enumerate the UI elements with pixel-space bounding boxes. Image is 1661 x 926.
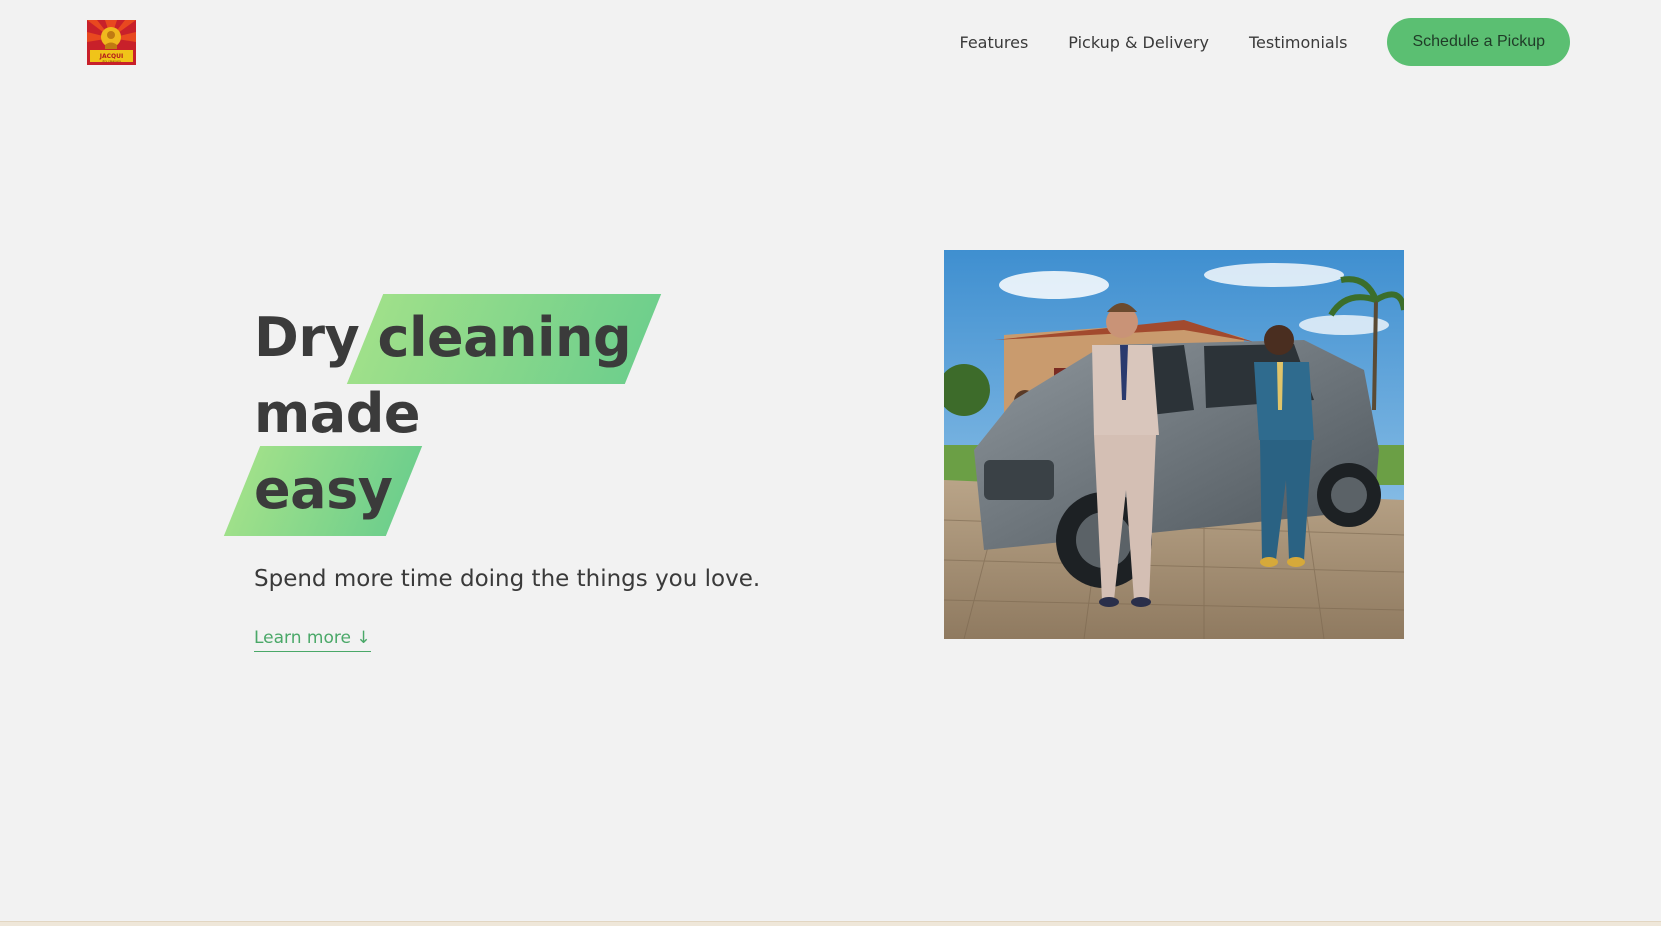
page-bottom-edge: [0, 921, 1661, 926]
site-header: JACQUI dry cleaners Features Pickup & De…: [0, 0, 1661, 84]
learn-more-link[interactable]: Learn more ↓: [254, 628, 371, 652]
headline-word-made: made: [254, 382, 421, 445]
nav-link-features[interactable]: Features: [960, 33, 1029, 52]
nav-link-pickup-delivery[interactable]: Pickup & Delivery: [1068, 33, 1209, 52]
hero-section: Dry cleaning made easy Spend more time d…: [254, 300, 814, 652]
headline-word-dry: Dry: [254, 306, 360, 369]
brand-logo[interactable]: JACQUI dry cleaners: [87, 20, 136, 65]
headline-highlight-easy: easy: [254, 452, 393, 528]
hero-photo-illustration: [944, 250, 1404, 639]
headline-highlight-cleaning: cleaning: [377, 300, 631, 376]
landing-page: JACQUI dry cleaners Features Pickup & De…: [0, 0, 1661, 926]
main-nav: Features Pickup & Delivery Testimonials …: [960, 18, 1570, 66]
hero-subheading: Spend more time doing the things you lov…: [254, 566, 761, 592]
nav-link-testimonials[interactable]: Testimonials: [1249, 33, 1348, 52]
logo-subtext: dry cleaners: [102, 59, 121, 63]
hero-image: [944, 250, 1404, 639]
schedule-pickup-button[interactable]: Schedule a Pickup: [1387, 18, 1570, 66]
hero-headline: Dry cleaning made easy: [254, 300, 814, 528]
